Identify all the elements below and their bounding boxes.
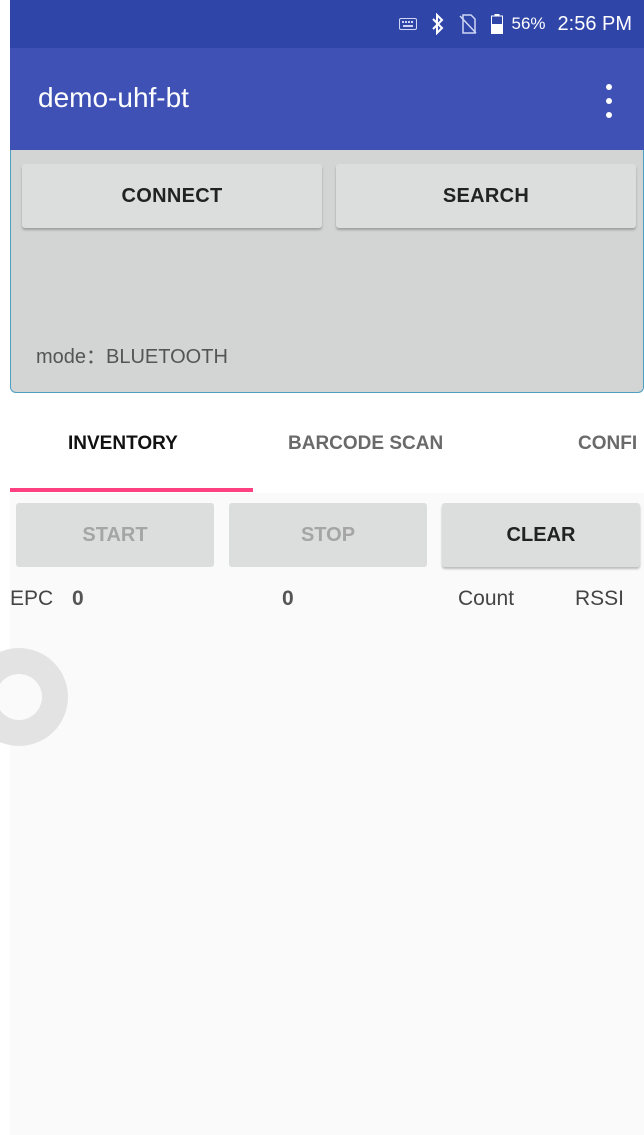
connect-panel: CONNECT SEARCH mode：BLUETOOTH xyxy=(10,150,644,393)
clock: 2:56 PM xyxy=(557,12,632,35)
battery-icon xyxy=(491,14,504,34)
no-sim-icon xyxy=(459,14,478,34)
start-button[interactable]: START xyxy=(16,503,214,567)
app-title: demo-uhf-bt xyxy=(38,82,189,113)
tab-barcode-scan[interactable]: BARCODE SCAN xyxy=(288,433,443,455)
rssi-column-header: RSSI xyxy=(575,587,625,610)
overflow-menu-icon[interactable] xyxy=(604,84,614,118)
count-column-header: Count xyxy=(458,587,515,610)
connect-button[interactable]: CONNECT xyxy=(22,164,322,228)
epc-count: 0 xyxy=(72,587,84,610)
tab-bar: INVENTORY BARCODE SCAN CONFI xyxy=(10,393,644,493)
stop-button[interactable]: STOP xyxy=(229,503,427,567)
search-button[interactable]: SEARCH xyxy=(336,164,636,228)
epc-label: EPC xyxy=(10,587,54,610)
clear-button[interactable]: CLEAR xyxy=(442,503,640,567)
tag-count: 0 xyxy=(282,587,294,610)
tab-indicator xyxy=(10,488,253,492)
keyboard-icon xyxy=(399,18,418,30)
loading-spinner-icon xyxy=(0,648,68,746)
tab-config[interactable]: CONFI xyxy=(578,433,637,455)
battery-percent: 56% xyxy=(511,14,546,33)
mode-label: mode：BLUETOOTH xyxy=(36,346,228,368)
bluetooth-icon xyxy=(431,13,445,35)
tab-inventory[interactable]: INVENTORY xyxy=(68,433,178,455)
inventory-content: START STOP CLEAR EPC 0 0 Count RSSI xyxy=(0,493,644,1135)
status-bar: 56% 2:56 PM xyxy=(10,0,644,48)
app-bar: demo-uhf-bt xyxy=(10,48,644,150)
